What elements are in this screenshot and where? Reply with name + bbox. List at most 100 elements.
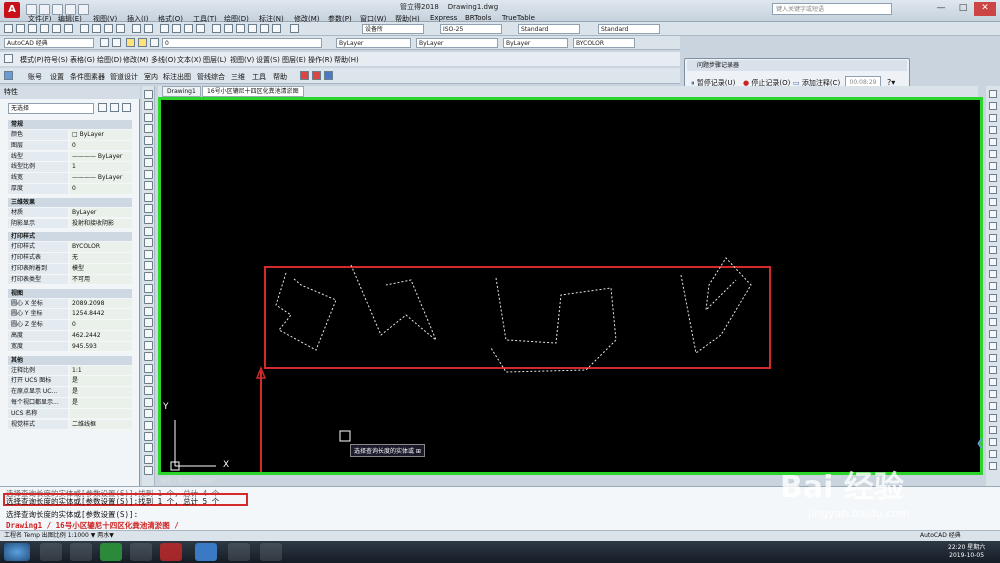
modify-tool-icon[interactable] bbox=[989, 450, 997, 458]
modify-tool-icon[interactable] bbox=[989, 102, 997, 110]
draw-tool-icon[interactable] bbox=[144, 283, 153, 293]
draw-tool-icon[interactable] bbox=[144, 443, 153, 453]
zoom-icon[interactable] bbox=[172, 24, 181, 33]
table-style-combo[interactable]: Standard bbox=[518, 24, 580, 34]
properties-icon[interactable] bbox=[212, 24, 221, 33]
ribbon-help[interactable]: 帮助 bbox=[273, 72, 287, 82]
selection-dropdown[interactable]: 无选择 bbox=[8, 103, 94, 114]
prop-value[interactable]: 1:1 bbox=[70, 365, 132, 377]
system-clock[interactable]: 22:20 星期六 2019-10-05 bbox=[948, 544, 985, 560]
prop-row[interactable]: 厚度 0 bbox=[8, 184, 132, 195]
modify-tool-icon[interactable] bbox=[989, 462, 997, 470]
ribbon-account[interactable]: 账号 bbox=[28, 72, 42, 82]
lightbulb-icon[interactable] bbox=[126, 38, 135, 47]
prop-value[interactable]: 0 bbox=[70, 320, 132, 331]
workspace-combo[interactable]: AutoCAD 经典 bbox=[4, 38, 94, 48]
prop-row[interactable]: 打印样式 BYCOLOR bbox=[8, 242, 132, 253]
modify-tool-icon[interactable] bbox=[989, 222, 997, 230]
draw-tool-icon[interactable] bbox=[144, 135, 153, 145]
draw-tool-icon[interactable] bbox=[144, 169, 153, 179]
plugin-menu-modify[interactable]: 修改(M) bbox=[123, 55, 149, 65]
layout-tabs[interactable]: 模型 / 布局1 / 布局2 bbox=[160, 476, 270, 485]
modify-tool-icon[interactable] bbox=[989, 390, 997, 398]
lineweight-combo[interactable]: ByLayer bbox=[503, 38, 568, 48]
modify-tool-icon[interactable] bbox=[989, 342, 997, 350]
prop-section-header[interactable]: 其他 bbox=[8, 355, 132, 365]
prop-row[interactable]: 打印样式表无 bbox=[8, 253, 132, 264]
pan-icon[interactable] bbox=[160, 24, 169, 33]
modify-tool-icon[interactable] bbox=[989, 90, 997, 98]
draw-tool-icon[interactable] bbox=[144, 352, 153, 362]
polyline-shape-2[interactable] bbox=[350, 264, 437, 341]
draw-tool-icon[interactable] bbox=[144, 306, 153, 316]
app-badge-icon[interactable] bbox=[300, 71, 309, 80]
prop-row[interactable]: 圆心 X 坐标 2089.2098 bbox=[8, 298, 132, 310]
prop-value[interactable]: □ ByLayer bbox=[70, 130, 132, 141]
prop-value[interactable]: 1 bbox=[70, 162, 132, 173]
layer-combo[interactable]: 0 bbox=[162, 38, 322, 48]
mleader-style-combo[interactable]: Standard bbox=[598, 24, 660, 34]
app-badge2-icon[interactable] bbox=[312, 71, 321, 80]
prop-value[interactable]: BYCOLOR bbox=[70, 242, 132, 253]
select-objects-icon[interactable] bbox=[110, 103, 119, 112]
draw-tool-icon[interactable] bbox=[144, 204, 153, 213]
draw-tool-icon[interactable] bbox=[144, 215, 153, 225]
prop-value[interactable]: 0 bbox=[70, 140, 132, 152]
ribbon-pipeline[interactable]: 管线综合 bbox=[197, 72, 225, 82]
tab-drainage-drawing[interactable]: 16号小区辘尼十四区化粪池清淤图 bbox=[202, 86, 304, 97]
cut-icon[interactable] bbox=[80, 24, 89, 33]
redo-tool-icon[interactable] bbox=[144, 24, 153, 33]
prop-section-header[interactable]: 视图 bbox=[8, 288, 132, 298]
prop-row[interactable]: 宽度 945.593 bbox=[8, 341, 132, 353]
design-center-icon[interactable] bbox=[224, 24, 233, 33]
draw-tool-icon[interactable] bbox=[144, 375, 153, 384]
draw-tool-icon[interactable] bbox=[144, 90, 153, 99]
menu-brtools[interactable]: BRTools bbox=[465, 14, 491, 22]
close-button[interactable]: ✕ bbox=[974, 2, 996, 16]
modify-tool-icon[interactable] bbox=[989, 294, 997, 302]
prop-row[interactable]: 打印表附着到 模型 bbox=[8, 264, 132, 275]
prop-value[interactable]: 是 bbox=[70, 387, 132, 398]
draw-tool-icon[interactable] bbox=[144, 340, 153, 350]
maximize-button[interactable]: □ bbox=[952, 2, 974, 16]
draw-tool-icon[interactable] bbox=[144, 454, 153, 464]
plugin-menu-settings[interactable]: 设置(S) bbox=[256, 55, 280, 65]
prop-row[interactable]: 材质 ByLayer bbox=[8, 207, 132, 219]
taskbar-explorer-icon[interactable] bbox=[40, 543, 62, 561]
modify-tool-icon[interactable] bbox=[989, 114, 997, 122]
prop-value[interactable]: ByLayer bbox=[70, 207, 132, 219]
prop-section-header[interactable]: 常规 bbox=[8, 120, 132, 129]
prop-value[interactable]: 模型 bbox=[70, 264, 132, 275]
match-prop-icon[interactable] bbox=[116, 24, 125, 33]
draw-tool-icon[interactable] bbox=[144, 192, 153, 202]
ribbon-settings[interactable]: 设置 bbox=[50, 72, 64, 82]
prop-value[interactable]: ———— ByLayer bbox=[70, 173, 132, 184]
modify-tool-icon[interactable] bbox=[989, 198, 997, 206]
draw-tool-icon[interactable] bbox=[144, 249, 153, 259]
modify-tool-icon[interactable] bbox=[989, 354, 997, 362]
draw-tool-icon[interactable] bbox=[144, 466, 153, 476]
draw-tool-icon[interactable] bbox=[144, 261, 153, 270]
paste-icon[interactable] bbox=[104, 24, 113, 33]
modify-tool-icon[interactable] bbox=[989, 282, 997, 290]
command-prompt[interactable]: 选择查询长度的实体或[参数设置(S)]: bbox=[6, 509, 138, 520]
prop-section-header[interactable]: 打印样式 bbox=[8, 232, 132, 242]
prop-row[interactable]: 高度 462.2442 bbox=[8, 331, 132, 342]
draw-tool-icon[interactable] bbox=[144, 420, 153, 430]
toggle-pickadd-icon[interactable] bbox=[98, 103, 107, 112]
app-logo-icon[interactable]: A bbox=[4, 2, 20, 18]
draw-tool-icon[interactable] bbox=[144, 318, 153, 327]
plugin-menu-multiline[interactable]: 多线(O) bbox=[151, 55, 176, 65]
plugin-menu-help[interactable]: 帮助(H) bbox=[334, 55, 359, 65]
ribbon-annotate[interactable]: 标注出图 bbox=[163, 72, 191, 82]
modify-tool-icon[interactable] bbox=[989, 378, 997, 386]
draw-tool-icon[interactable] bbox=[144, 158, 153, 168]
plugin-menu-symbol[interactable]: 符号(S) bbox=[44, 55, 68, 65]
copy-icon[interactable] bbox=[92, 24, 101, 33]
taskbar-browser-icon[interactable] bbox=[195, 543, 217, 561]
prop-row[interactable]: 打开 UCS 图标是 bbox=[8, 376, 132, 387]
undo-tool-icon[interactable] bbox=[132, 24, 141, 33]
draw-tool-icon[interactable] bbox=[144, 409, 153, 419]
help-icon[interactable] bbox=[290, 24, 299, 33]
plugin-menu-table[interactable]: 表格(G) bbox=[70, 55, 95, 65]
